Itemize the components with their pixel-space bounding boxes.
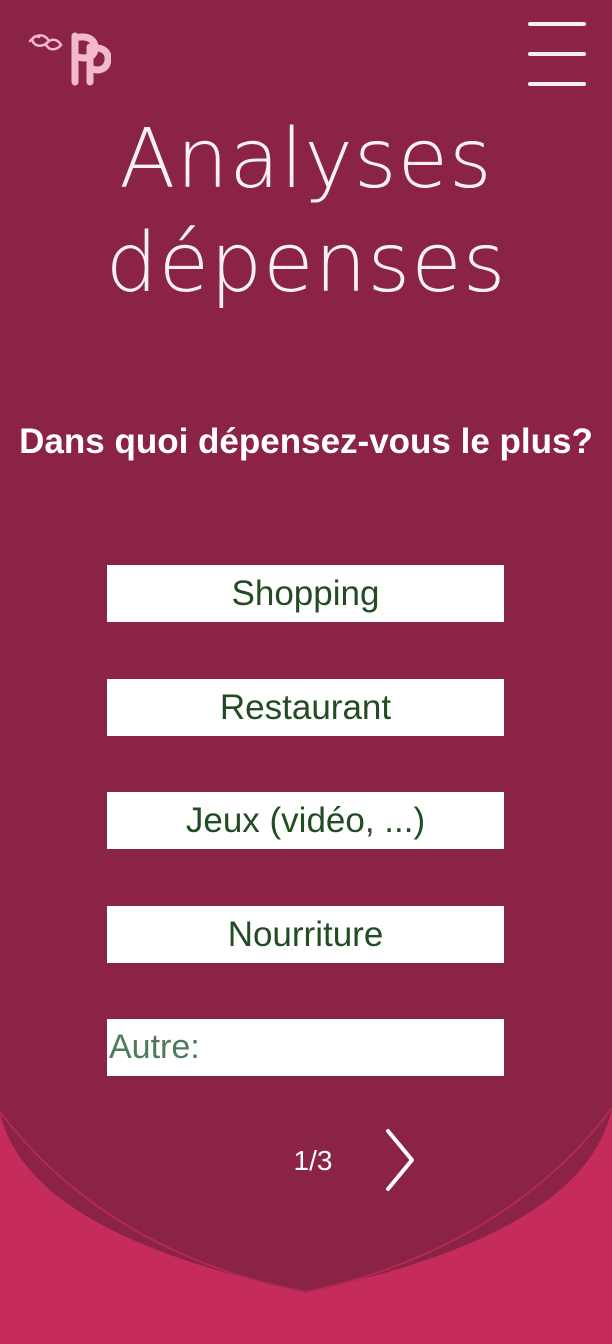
- chevron-right-icon[interactable]: [378, 1129, 426, 1193]
- menu-line-top: [528, 22, 586, 26]
- other-input-label: Autre:: [109, 1028, 200, 1066]
- option-restaurant-button[interactable]: Restaurant: [107, 679, 504, 736]
- other-input-field[interactable]: Autre:: [107, 1019, 504, 1076]
- app-container: Analyses dépenses Dans quoi dépensez-vou…: [0, 0, 612, 1344]
- page-title-line-2: dépenses: [105, 216, 507, 311]
- hamburger-menu-icon[interactable]: [528, 22, 590, 88]
- option-shopping-button[interactable]: Shopping: [107, 565, 504, 622]
- option-food-button[interactable]: Nourriture: [107, 906, 504, 963]
- pagination: 1/3: [0, 1129, 612, 1193]
- question-text: Dans quoi dépensez-vous le plus?: [19, 422, 593, 461]
- page-title: Analyses dépenses: [0, 108, 612, 316]
- page-counter: 1/3: [293, 1145, 333, 1176]
- menu-line-middle: [528, 52, 586, 56]
- menu-line-bottom: [528, 82, 586, 86]
- option-games-button[interactable]: Jeux (vidéo, ...): [107, 792, 504, 849]
- pp-logo-icon[interactable]: [27, 28, 112, 86]
- page: Analyses dépenses Dans quoi dépensez-vou…: [0, 0, 612, 1344]
- page-title-line-1: Analyses: [119, 112, 493, 207]
